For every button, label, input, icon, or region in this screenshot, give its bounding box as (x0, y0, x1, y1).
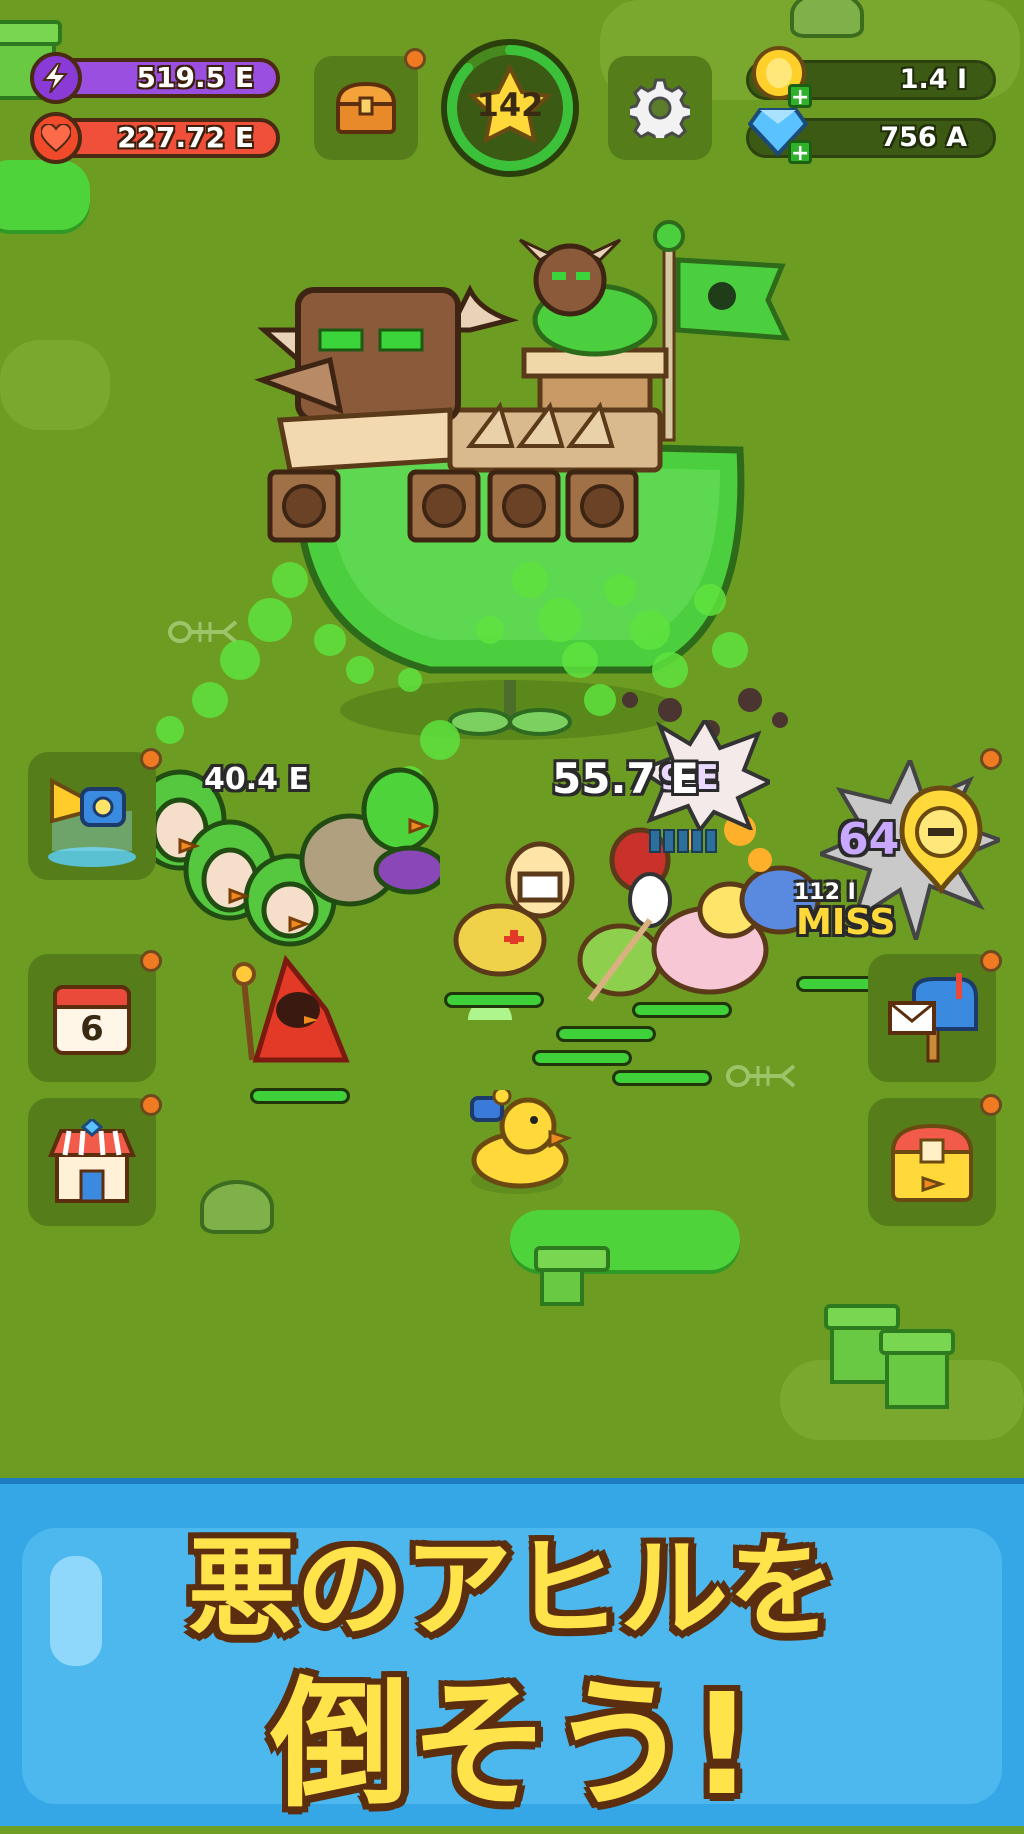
trumpet-icon (48, 777, 136, 867)
slime-puddle (0, 160, 90, 230)
promo-banner: 悪のアヒルを 倒そう! (0, 1478, 1024, 1827)
banner-line-2: 倒そう! (270, 1664, 754, 1827)
gold-value: 1.4 I (899, 64, 967, 95)
damage-number: 40.4 E (204, 762, 309, 797)
battle-field: 40.4 E 9 E 55.7 E 64 E 112 I MISS (0, 0, 1024, 1490)
mailbox-button[interactable] (868, 950, 1002, 1082)
energy-bar: 519.5 E (30, 52, 280, 104)
chest-button[interactable] (314, 48, 426, 160)
mailbox-icon (888, 973, 978, 1063)
unit-health-bar (612, 1070, 712, 1086)
red-mage-enemy[interactable] (226, 950, 356, 1070)
unit-health-bar (532, 1050, 632, 1066)
green-pipe (879, 1329, 955, 1409)
mossy-rock (200, 1180, 274, 1234)
notification-dot (980, 1094, 1002, 1116)
unit-health-bar (556, 1026, 656, 1042)
gem-value: 756 A (880, 122, 967, 153)
unit-health-bar (444, 992, 544, 1008)
calendar-icon: 6 (53, 979, 131, 1057)
calendar-button[interactable]: 6 (28, 950, 162, 1082)
treasure-chest-icon (335, 81, 397, 134)
energy-value: 519.5 E (136, 61, 254, 94)
duck-chest-button[interactable] (868, 1094, 1002, 1226)
grass-patch (0, 340, 110, 430)
unit-health-bar (632, 1002, 732, 1018)
heart-icon (30, 112, 82, 164)
notification-dot (404, 48, 426, 70)
level-number: 142 (476, 86, 544, 124)
level-indicator[interactable]: 142 (436, 34, 584, 182)
unit-health-bar (250, 1088, 350, 1104)
fish-bone-decoration (726, 1064, 796, 1088)
mossy-rock (790, 0, 864, 38)
gear-icon (630, 78, 690, 138)
miss-label: MISS (796, 902, 896, 943)
add-gold-button[interactable]: + (788, 84, 812, 109)
trumpet-boost-button[interactable] (28, 748, 162, 880)
notification-dot (140, 950, 162, 972)
notification-dot (140, 748, 162, 770)
notification-dot (980, 748, 1002, 770)
notification-dot (140, 1094, 162, 1116)
lightning-icon (30, 52, 82, 104)
shop-button[interactable] (28, 1094, 162, 1226)
health-value: 227.72 E (117, 121, 254, 154)
shop-icon (48, 1119, 136, 1203)
settings-button[interactable] (608, 56, 712, 160)
notification-dot (980, 950, 1002, 972)
green-pipe (534, 1246, 610, 1306)
damage-number: 55.7 E (552, 754, 699, 803)
add-gem-button[interactable]: + (788, 140, 812, 165)
calendar-day: 6 (80, 1009, 104, 1049)
ability-slot[interactable] (868, 748, 1002, 880)
yellow-duck-hero[interactable] (462, 1090, 572, 1200)
duck-chest-icon (890, 1123, 974, 1202)
health-bar: 227.72 E (30, 112, 280, 164)
